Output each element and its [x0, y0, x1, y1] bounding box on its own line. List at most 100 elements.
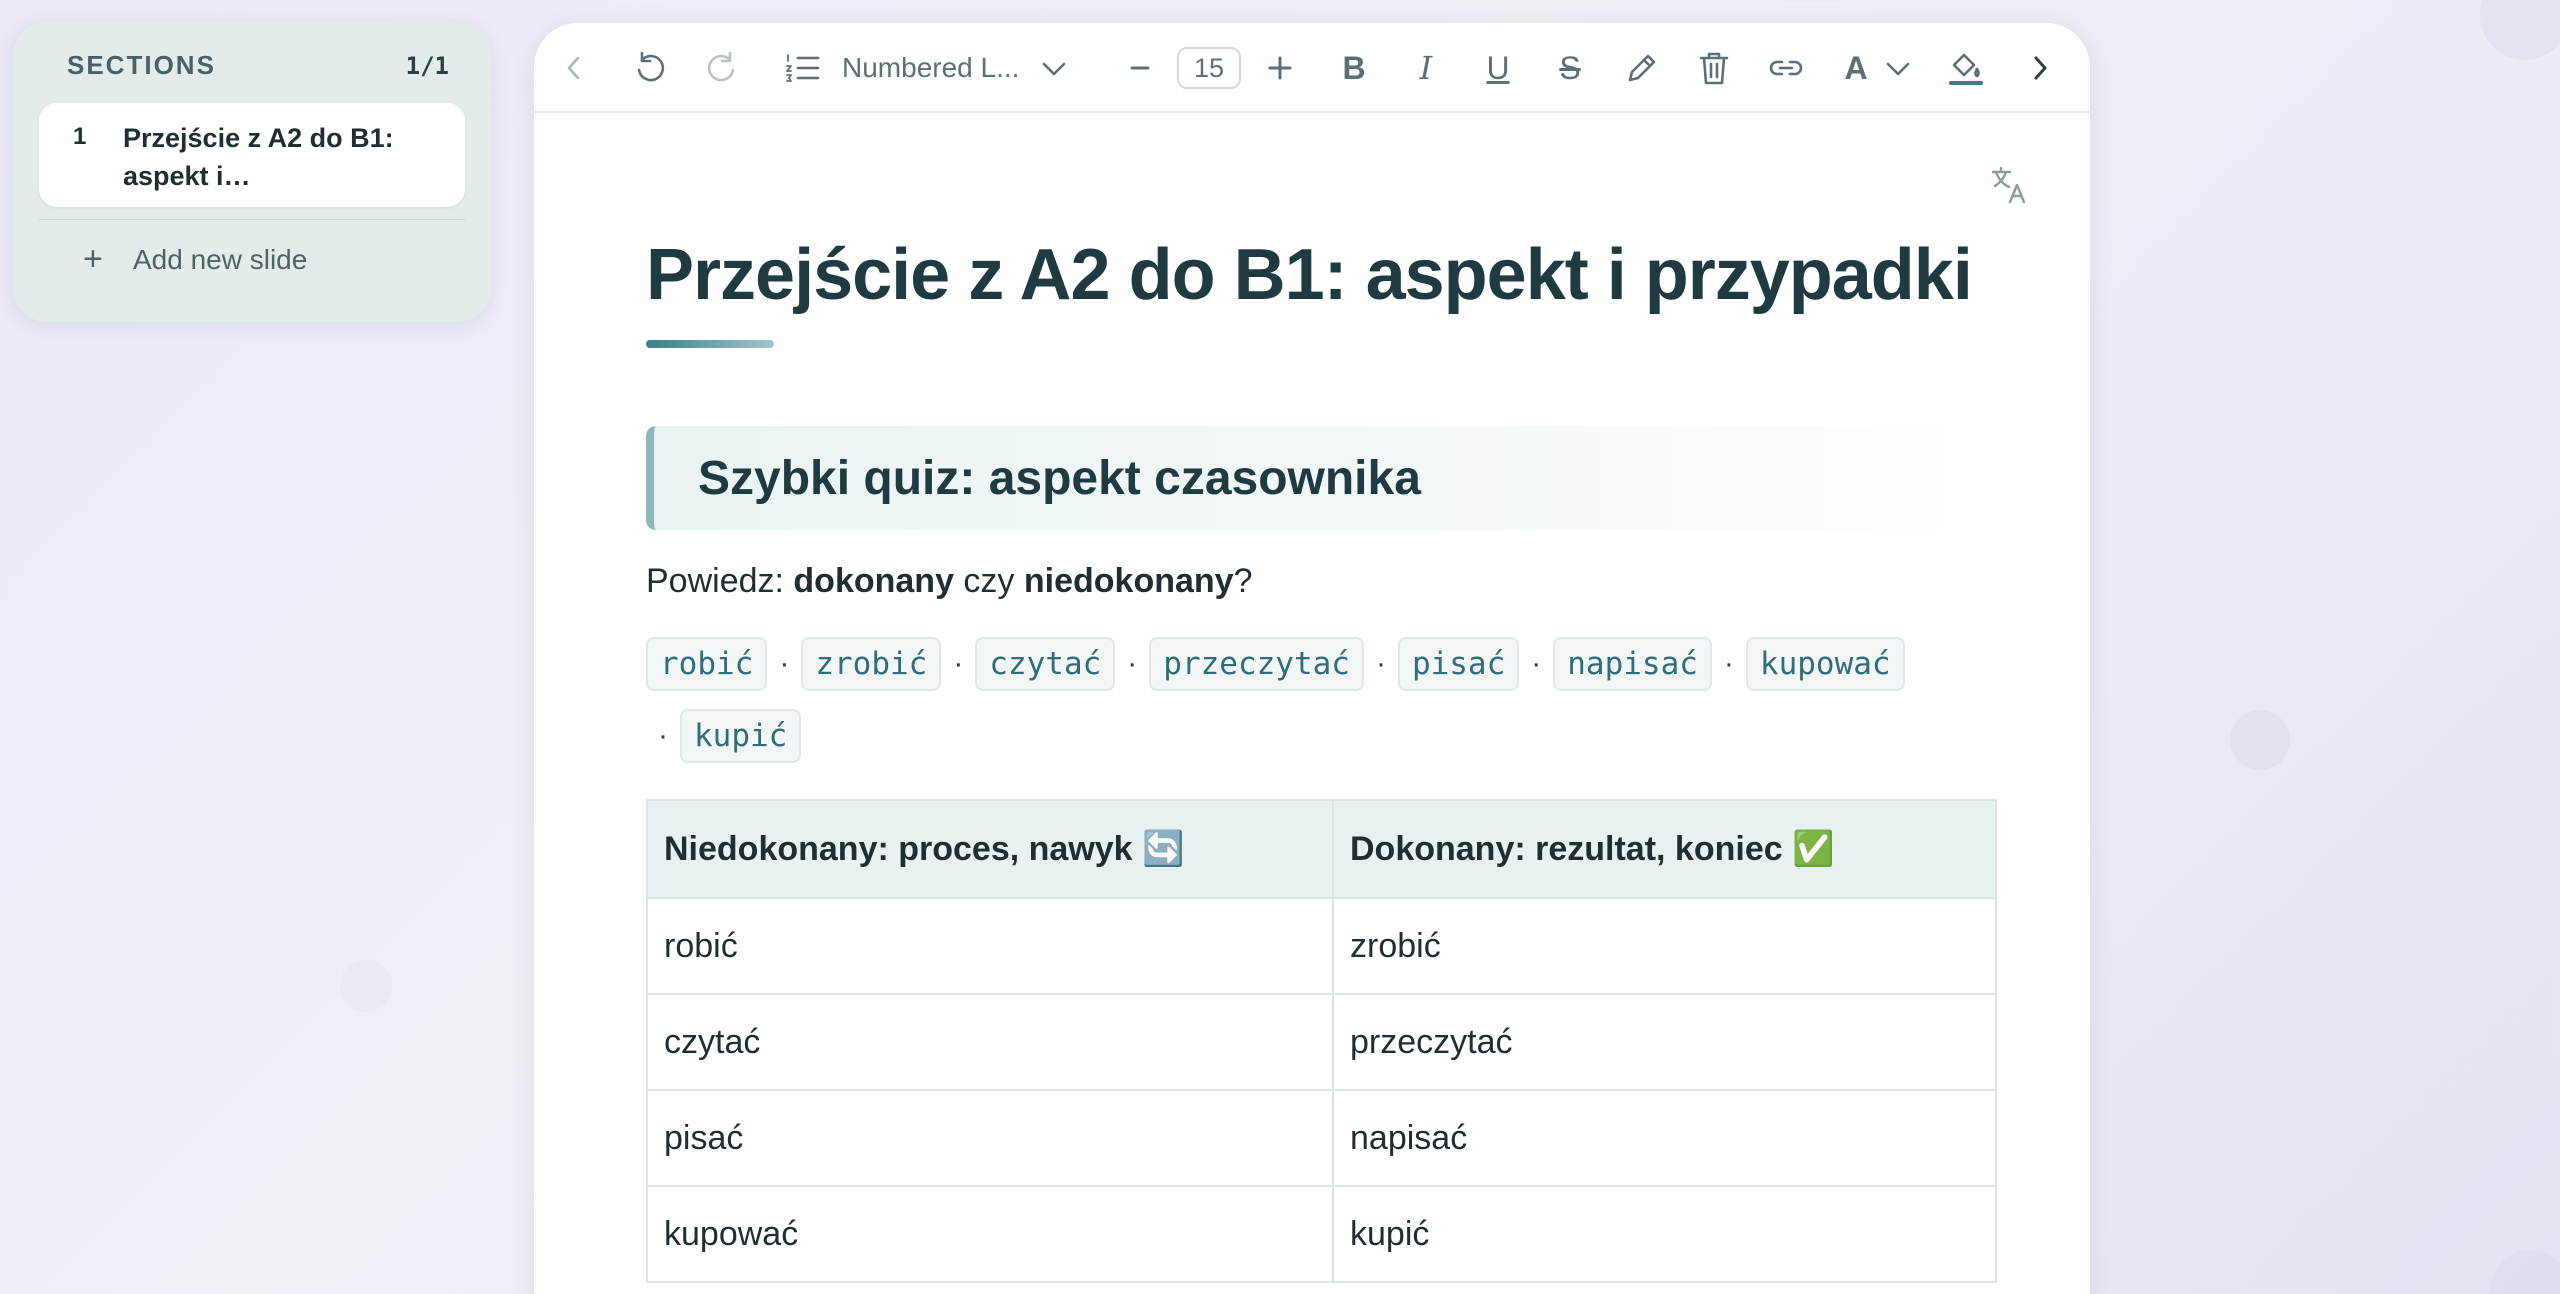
quiz-prompt[interactable]: Powiedz: dokonany czy niedokonany?: [646, 562, 1996, 601]
prompt-text: ?: [1233, 562, 1253, 600]
verb-chip[interactable]: przeczytać: [1149, 637, 1364, 691]
scroll-right-button[interactable]: [2022, 23, 2058, 113]
text-color-dropdown[interactable]: [1880, 23, 1916, 113]
numbered-list-icon: [786, 54, 820, 82]
background-decoration: [340, 960, 392, 1012]
add-new-slide-button[interactable]: + Add new slide: [39, 240, 465, 279]
chip-separator: ·: [1723, 647, 1734, 680]
table-row: kupować kupić: [646, 1185, 1997, 1283]
plus-icon: +: [83, 240, 103, 278]
trash-icon: [1699, 52, 1729, 85]
sections-title: SECTIONS: [67, 50, 216, 80]
fill-color-button[interactable]: [1944, 23, 1988, 113]
verb-chips: robić · zrobić · czytać · przeczytać · pisać…: [646, 637, 1906, 763]
table-header-row: Niedokonany: proces, nawyk 🔄 Dokonany: r…: [646, 799, 1997, 899]
table-header-imperfective[interactable]: Niedokonany: proces, nawyk 🔄: [646, 799, 1334, 899]
redo-button[interactable]: [698, 23, 746, 113]
decrease-font-size-button[interactable]: [1120, 23, 1160, 113]
title-underline: [646, 340, 774, 348]
prompt-bold-perfective: dokonany: [793, 562, 954, 600]
undo-icon: [637, 51, 665, 82]
highlight-button[interactable]: [1620, 23, 1664, 113]
strikethrough-button[interactable]: S: [1550, 23, 1590, 113]
chip-separator: ·: [658, 719, 668, 752]
table-cell[interactable]: kupić: [1332, 1185, 1997, 1283]
font-size-field[interactable]: 15: [1174, 23, 1244, 113]
pencil-icon: [1628, 54, 1656, 82]
scroll-left-button[interactable]: [554, 23, 594, 113]
chip-separator: ·: [1375, 647, 1386, 680]
table-cell[interactable]: zrobić: [1332, 897, 1997, 995]
toolbar: Numbered L... 15 B I U S A: [534, 23, 2090, 113]
verb-chip[interactable]: zrobić: [801, 637, 942, 691]
table-row: czytać przeczytać: [646, 993, 1997, 1091]
prompt-text: Powiedz:: [646, 562, 794, 600]
sections-count: 1/1: [405, 51, 449, 80]
undo-button[interactable]: [626, 23, 674, 113]
underline-icon: U: [1486, 49, 1510, 86]
chip-separator: ·: [953, 647, 964, 680]
verb-chip[interactable]: kupić: [680, 709, 802, 763]
sections-header: SECTIONS 1/1: [39, 50, 465, 81]
link-button[interactable]: [1764, 23, 1808, 113]
sections-panel: SECTIONS 1/1 1 Przejście z A2 do B1: asp…: [13, 22, 491, 322]
translate-icon: [1991, 166, 2026, 204]
background-decoration: [2230, 710, 2290, 770]
fill-color-icon: [1949, 53, 1983, 85]
chip-separator: ·: [1127, 647, 1138, 680]
list-style-dropdown[interactable]: Numbered L...: [842, 23, 1022, 113]
link-icon: [1769, 60, 1803, 76]
delete-button[interactable]: [1694, 23, 1734, 113]
underline-button[interactable]: U: [1478, 23, 1518, 113]
list-style-value: Numbered L...: [842, 52, 1020, 83]
table-row: robić zrobić: [646, 897, 1997, 995]
table-cell[interactable]: napisać: [1332, 1089, 1997, 1187]
bold-icon: B: [1342, 49, 1366, 86]
callout-heading[interactable]: Szybki quiz: aspekt czasownika: [698, 451, 1421, 506]
table-cell[interactable]: pisać: [646, 1089, 1334, 1187]
list-style-dropdown-toggle[interactable]: [1034, 23, 1074, 113]
chevron-down-icon: [1886, 62, 1910, 76]
prompt-text: czy: [953, 562, 1024, 600]
table-cell[interactable]: czytać: [646, 993, 1334, 1091]
divider: [39, 219, 465, 220]
minus-icon: [1130, 66, 1150, 70]
document-content: Przejście z A2 do B1: aspekt i przypadki…: [646, 183, 1997, 1283]
section-label: Przejście z A2 do B1: aspekt i…: [123, 123, 394, 191]
plus-icon: [1268, 56, 1292, 80]
chevron-left-icon: [567, 56, 580, 80]
verb-chip[interactable]: kupować: [1745, 637, 1905, 691]
text-color-button[interactable]: A: [1836, 23, 1876, 113]
verb-chip[interactable]: napisać: [1553, 637, 1712, 691]
verb-chip[interactable]: robić: [646, 637, 768, 691]
table-header-perfective[interactable]: Dokonany: rezultat, koniec ✅: [1332, 799, 1997, 899]
chevron-right-icon: [2034, 56, 2047, 80]
chip-separator: ·: [1531, 647, 1542, 680]
aspect-table: Niedokonany: proces, nawyk 🔄 Dokonany: r…: [646, 799, 1997, 1283]
quiz-callout: Szybki quiz: aspekt czasownika: [646, 426, 1968, 530]
italic-button[interactable]: I: [1406, 23, 1446, 113]
background-decoration: [2480, 0, 2560, 60]
editor-card: Numbered L... 15 B I U S A Przejście z A…: [534, 23, 2090, 1294]
prompt-bold-imperfective: niedokonany: [1023, 562, 1234, 600]
chevron-down-icon: [1042, 62, 1066, 76]
section-number: 1: [73, 123, 87, 150]
list-style-icon-wrap: [782, 23, 822, 113]
add-new-slide-label: Add new slide: [133, 243, 308, 275]
text-color-icon: A: [1844, 49, 1868, 86]
italic-icon: I: [1419, 49, 1433, 87]
background-decoration: [2490, 1250, 2560, 1294]
font-size-value: 15: [1177, 47, 1241, 89]
increase-font-size-button[interactable]: [1260, 23, 1300, 113]
table-cell[interactable]: kupować: [646, 1185, 1334, 1283]
verb-chip[interactable]: czytać: [975, 637, 1116, 691]
translate-button[interactable]: [1990, 165, 2030, 210]
redo-icon: [707, 51, 735, 82]
table-cell[interactable]: robić: [646, 897, 1334, 995]
page-title[interactable]: Przejście z A2 do B1: aspekt i przypadki: [646, 230, 1996, 320]
table-cell[interactable]: przeczytać: [1332, 993, 1997, 1091]
table-row: pisać napisać: [646, 1089, 1997, 1187]
bold-button[interactable]: B: [1334, 23, 1374, 113]
verb-chip[interactable]: pisać: [1397, 637, 1520, 691]
section-item-1[interactable]: 1 Przejście z A2 do B1: aspekt i…: [39, 103, 465, 207]
